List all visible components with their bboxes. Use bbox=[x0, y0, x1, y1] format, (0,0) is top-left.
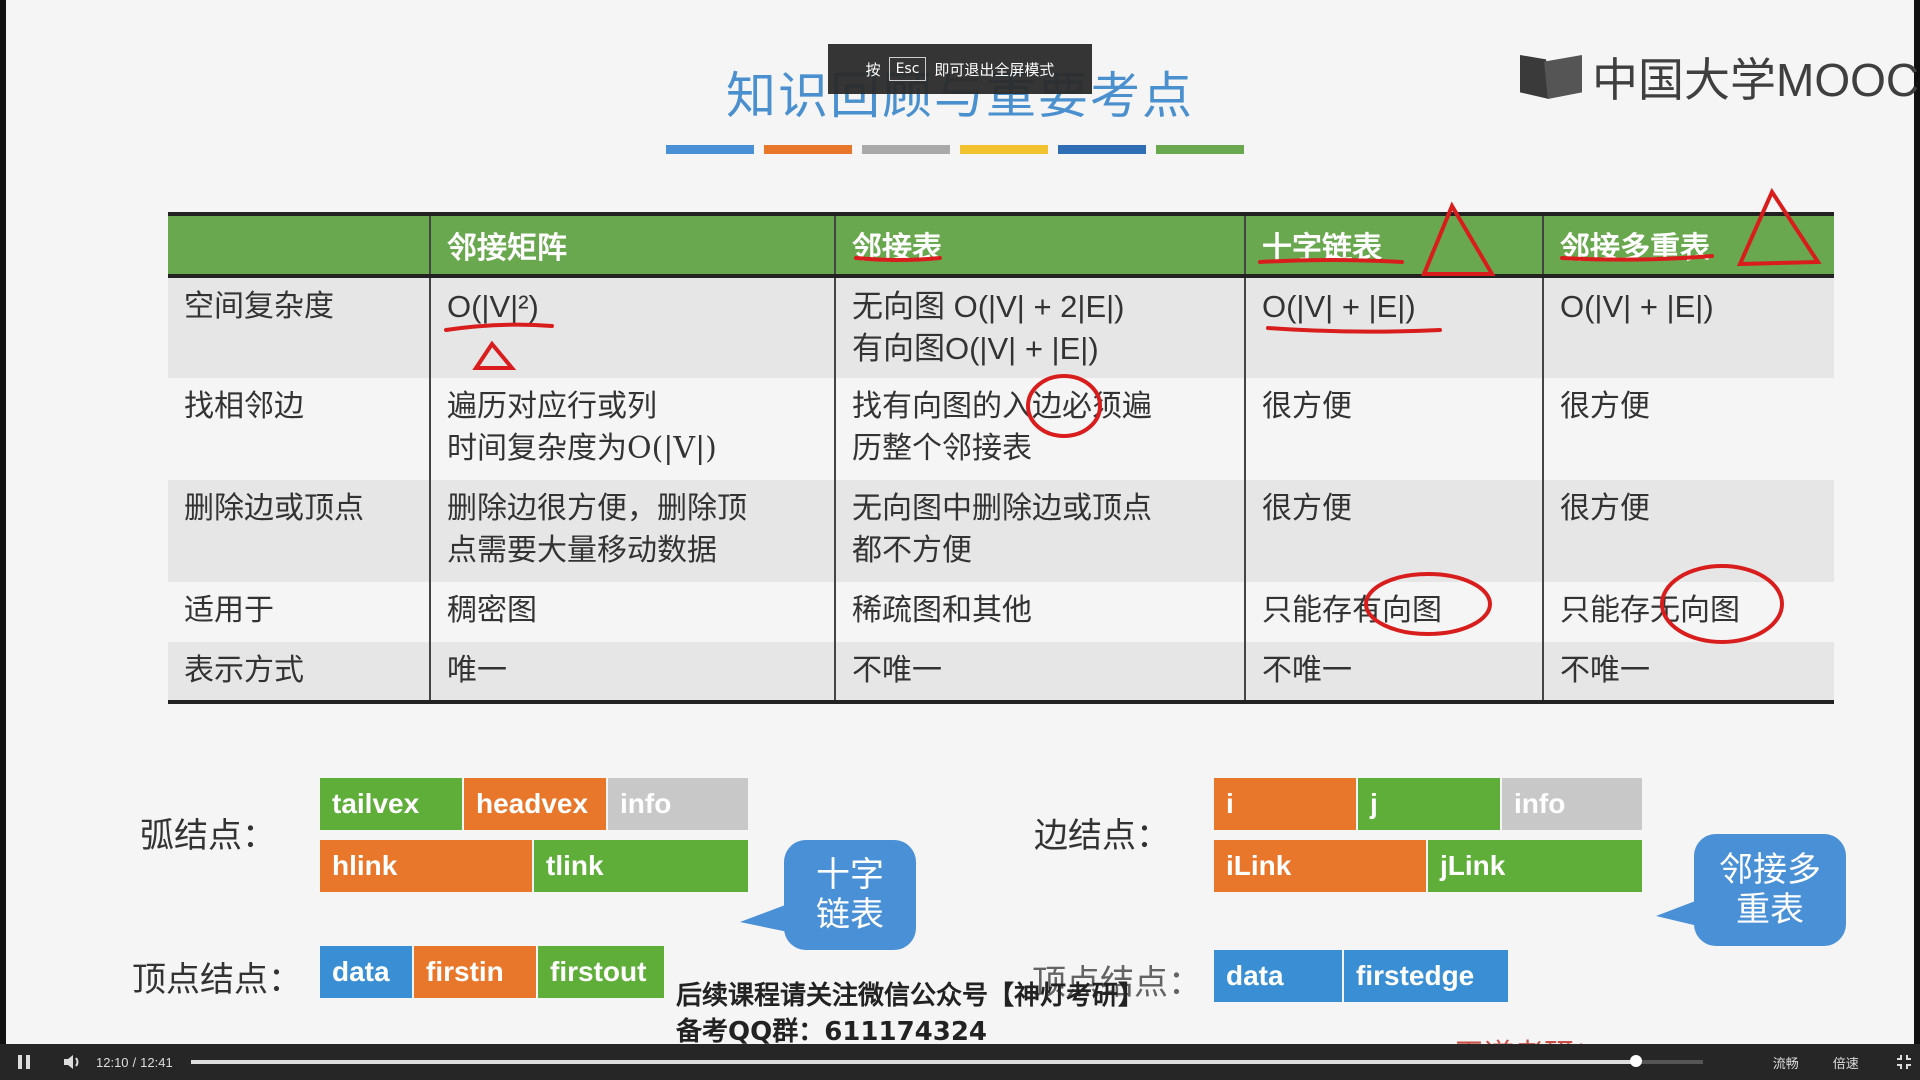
field-tlink: tlink bbox=[534, 840, 748, 892]
promo-text: 后续课程请关注微信公众号【神灯考研】 备考QQ群：611174324 bbox=[676, 978, 1144, 1050]
duration: 12:41 bbox=[140, 1054, 173, 1070]
table-cell: O(|V| + |E|) bbox=[1542, 276, 1834, 378]
tip-suffix: 即可退出全屏模式 bbox=[934, 60, 1055, 79]
table-row: 表示方式 唯一 不唯一 不唯一 不唯一 bbox=[168, 642, 1834, 704]
table-cell: 只能存有向图 bbox=[1244, 582, 1543, 642]
color-bar-0 bbox=[666, 145, 754, 154]
progress-fill bbox=[190, 1060, 1637, 1064]
field-tailvex: tailvex bbox=[320, 778, 462, 830]
field-hlink: hlink bbox=[320, 840, 532, 892]
right-letterbox bbox=[1914, 0, 1920, 1044]
table-row: 删除边或顶点 删除边很方便，删除顶 点需要大量移动数据 无向图中删除边或顶点 都不方… bbox=[168, 480, 1834, 582]
left-letterbox bbox=[0, 0, 6, 1044]
table-cell: 很方便 bbox=[1244, 378, 1543, 480]
row-label: 删除边或顶点 bbox=[168, 480, 430, 582]
exit-fullscreen-icon bbox=[1896, 1055, 1911, 1069]
color-bar-1 bbox=[764, 145, 852, 154]
promo-line-1: 后续课程请关注微信公众号【神灯考研】 bbox=[676, 981, 1145, 1011]
time-separator: / bbox=[132, 1054, 137, 1070]
table-cell: 删除边很方便，删除顶 点需要大量移动数据 bbox=[429, 480, 835, 582]
field-info: info bbox=[608, 778, 748, 830]
field-jlink: jLink bbox=[1428, 840, 1642, 892]
table-row: 找相邻边 遍历对应行或列 时间复杂度为O(|V|) 找有向图的入边必须遍 历整个邻接… bbox=[168, 378, 1834, 480]
field-data-left: data bbox=[320, 946, 412, 998]
header-cell bbox=[168, 212, 430, 278]
table-cell: O(|V|²) bbox=[429, 276, 835, 378]
volume-button[interactable] bbox=[48, 1053, 96, 1071]
table-row: 适用于 稠密图 稀疏图和其他 只能存有向图 只能存无向图 bbox=[168, 582, 1834, 642]
table-cell: 无向图 O(|V| + 2|E|) 有向图O(|V| + |E|) bbox=[834, 276, 1245, 378]
current-time: 12:10 bbox=[96, 1054, 129, 1070]
field-info-right: info bbox=[1502, 778, 1642, 830]
table-row: 空间复杂度 O(|V|²) 无向图 O(|V| + 2|E|) 有向图O(|V| +… bbox=[168, 276, 1834, 378]
table-cell: 很方便 bbox=[1244, 480, 1543, 582]
table-cell: 很方便 bbox=[1542, 378, 1834, 480]
table-cell: 找有向图的入边必须遍 历整个邻接表 bbox=[834, 378, 1245, 480]
color-bar-3 bbox=[960, 145, 1048, 154]
quality-button[interactable]: 流畅 bbox=[1773, 1053, 1799, 1072]
progress-bar[interactable] bbox=[190, 1055, 1703, 1067]
header-adj-matrix: 邻接矩阵 bbox=[429, 212, 835, 278]
speed-button[interactable]: 倍速 bbox=[1833, 1053, 1859, 1072]
vertex-node-label-left: 顶点结点： bbox=[132, 960, 302, 1000]
bubble-orthogonal-list: 十字 链表 bbox=[740, 840, 916, 950]
table-cell: 稠密图 bbox=[429, 582, 835, 642]
field-j: j bbox=[1358, 778, 1500, 830]
comparison-table: 邻接矩阵 邻接表 十字链表 邻接多重表 空间复杂度 O(|V|²) 无向图 O(|V… bbox=[168, 212, 1834, 704]
edge-node-label: 边结点： bbox=[1034, 816, 1170, 856]
table-cell: 唯一 bbox=[429, 642, 835, 704]
row-label: 适用于 bbox=[184, 593, 274, 628]
table-cell: 无向图中删除边或顶点 都不方便 bbox=[834, 480, 1245, 582]
tip-prefix: 按 bbox=[865, 60, 881, 79]
table-cell: 不唯一 bbox=[1542, 642, 1834, 704]
table-cell: 只能存无向图 bbox=[1542, 582, 1834, 642]
table-cell: 不唯一 bbox=[1244, 642, 1543, 704]
bubble-adj-multilist: 邻接多 重表 bbox=[1656, 834, 1846, 946]
video-player-controls: 12:10 / 12:41 流畅 倍速 bbox=[0, 1044, 1920, 1080]
row-label: 表示方式 bbox=[168, 642, 430, 704]
esc-key: Esc bbox=[888, 57, 927, 81]
mooc-logo: 中国大学MOOC bbox=[1520, 44, 1919, 110]
header-orthogonal-list: 十字链表 bbox=[1244, 212, 1543, 278]
table-header-row: 邻接矩阵 邻接表 十字链表 邻接多重表 bbox=[168, 212, 1834, 278]
field-ilink: iLink bbox=[1214, 840, 1426, 892]
color-bar-2 bbox=[862, 145, 950, 154]
fullscreen-exit-tip: 按 Esc 即可退出全屏模式 bbox=[828, 44, 1092, 94]
progress-knob[interactable] bbox=[1630, 1055, 1643, 1067]
pause-icon bbox=[18, 1055, 30, 1069]
row-label: 找相邻边 bbox=[184, 389, 304, 424]
table-cell: O(|V| + |E|) bbox=[1244, 276, 1543, 378]
exit-fullscreen-button[interactable] bbox=[1889, 1054, 1919, 1070]
table-cell: 稀疏图和其他 bbox=[834, 582, 1245, 642]
field-i: i bbox=[1214, 778, 1356, 830]
pause-button[interactable] bbox=[0, 1054, 48, 1070]
volume-icon bbox=[64, 1055, 79, 1069]
field-headvex: headvex bbox=[464, 778, 606, 830]
arc-node-label: 弧结点： bbox=[140, 816, 276, 856]
field-firstout: firstout bbox=[538, 946, 664, 998]
row-label: 空间复杂度 bbox=[168, 276, 430, 378]
header-adj-multilist: 邻接多重表 bbox=[1542, 212, 1834, 278]
book-logo-icon-part bbox=[1544, 55, 1582, 99]
field-firstin: firstin bbox=[414, 946, 536, 998]
table-cell: 遍历对应行或列 时间复杂度为O(|V|) bbox=[429, 378, 835, 480]
field-firstedge: firstedge bbox=[1344, 950, 1508, 1002]
logo-text: 中国大学MOOC bbox=[1592, 54, 1920, 106]
table-cell: 很方便 bbox=[1542, 480, 1834, 582]
table-cell: 不唯一 bbox=[834, 642, 1245, 704]
color-bar-5 bbox=[1156, 145, 1244, 154]
color-bar-4 bbox=[1058, 145, 1146, 154]
header-adj-list: 邻接表 bbox=[834, 212, 1245, 278]
video-frame: 知识回顾与重要考点 按 Esc 即可退出全屏模式 中国大学MOOC 邻接矩阵 邻… bbox=[0, 0, 1920, 1072]
field-data-right: data bbox=[1214, 950, 1342, 1002]
